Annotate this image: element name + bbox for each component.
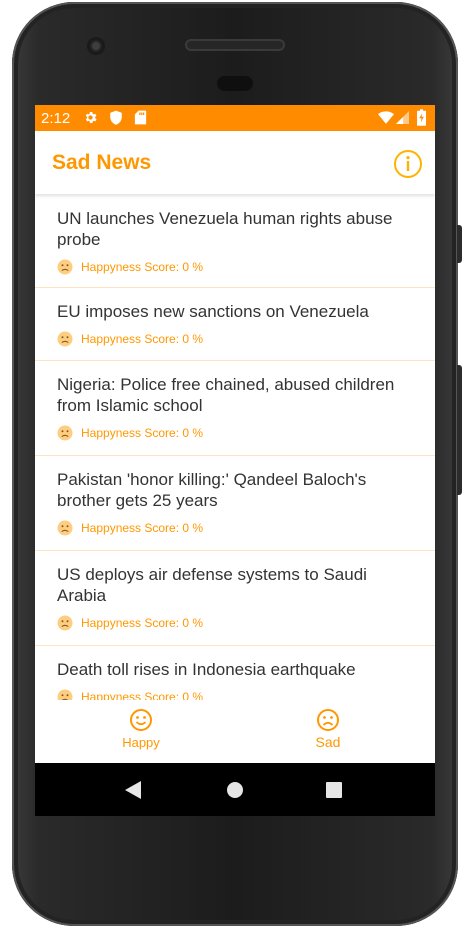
sad-face-icon	[57, 520, 73, 536]
smile-face-icon	[130, 709, 152, 731]
news-title: Nigeria: Police free chained, abused chi…	[57, 375, 395, 415]
score-row: Happyness Score: 0 %	[57, 425, 413, 441]
status-bar: 2:12	[35, 105, 435, 131]
proximity-sensor	[217, 76, 253, 91]
score-row: Happyness Score: 0 %	[57, 615, 413, 631]
sad-face-icon	[57, 425, 73, 441]
bottom-navigation: Happy Sad	[35, 700, 435, 763]
sad-face-icon	[57, 689, 73, 700]
sad-face-icon	[57, 331, 73, 347]
list-item[interactable]: Pakistan 'honor killing:' Qandeel Baloch…	[35, 456, 435, 551]
back-icon[interactable]	[125, 781, 141, 799]
score-row: Happyness Score: 0 %	[57, 259, 413, 275]
recents-icon[interactable]	[326, 782, 342, 798]
wifi-icon	[378, 111, 394, 124]
list-item[interactable]: UN launches Venezuela human rights abuse…	[35, 194, 435, 288]
status-time: 2:12	[41, 110, 71, 127]
score-row: Happyness Score: 0 %	[57, 520, 413, 536]
sd-card-icon	[134, 110, 147, 125]
tab-happy-label: Happy	[122, 735, 160, 750]
news-title: Pakistan 'honor killing:' Qandeel Baloch…	[57, 470, 367, 510]
happyness-score: Happyness Score: 0 %	[81, 426, 204, 440]
news-title: US deploys air defense systems to Saudi …	[57, 565, 367, 605]
happyness-score: Happyness Score: 0 %	[81, 690, 204, 700]
news-title: Death toll rises in Indonesia earthquake	[57, 660, 356, 679]
happyness-score: Happyness Score: 0 %	[81, 616, 204, 630]
page-title: Sad News	[52, 151, 152, 174]
front-camera	[87, 37, 105, 55]
app-bar: Sad News	[35, 131, 435, 194]
score-row: Happyness Score: 0 %	[57, 331, 413, 347]
list-item[interactable]: US deploys air defense systems to Saudi …	[35, 551, 435, 646]
system-navigation-bar	[35, 763, 435, 816]
home-icon[interactable]	[227, 782, 243, 798]
sad-face-icon	[57, 615, 73, 631]
happyness-score: Happyness Score: 0 %	[81, 332, 204, 346]
signal-icon	[396, 111, 409, 124]
news-title: UN launches Venezuela human rights abuse…	[57, 209, 393, 249]
shield-icon	[110, 110, 122, 125]
tab-sad[interactable]: Sad	[268, 708, 388, 750]
tab-sad-label: Sad	[315, 734, 341, 750]
score-row: Happyness Score: 0 %	[57, 689, 413, 700]
app-screen: 2:12 Sad News UN launches Venezuela huma…	[35, 105, 435, 816]
tab-happy[interactable]: Happy	[81, 708, 201, 750]
list-item[interactable]: EU imposes new sanctions on Venezuela Ha…	[35, 288, 435, 361]
happyness-score: Happyness Score: 0 %	[81, 260, 204, 274]
power-button	[457, 365, 462, 495]
battery-icon	[417, 109, 426, 126]
list-item[interactable]: Death toll rises in Indonesia earthquake…	[35, 646, 435, 700]
happyness-score: Happyness Score: 0 %	[81, 521, 204, 535]
list-item[interactable]: Nigeria: Police free chained, abused chi…	[35, 361, 435, 456]
sad-face-icon	[317, 709, 339, 731]
gear-icon	[85, 112, 97, 123]
earpiece-speaker	[185, 39, 285, 51]
news-title: EU imposes new sanctions on Venezuela	[57, 302, 369, 321]
sad-face-icon	[57, 259, 73, 275]
info-icon[interactable]	[393, 149, 423, 179]
volume-button	[457, 225, 462, 263]
news-list[interactable]: UN launches Venezuela human rights abuse…	[35, 194, 435, 700]
